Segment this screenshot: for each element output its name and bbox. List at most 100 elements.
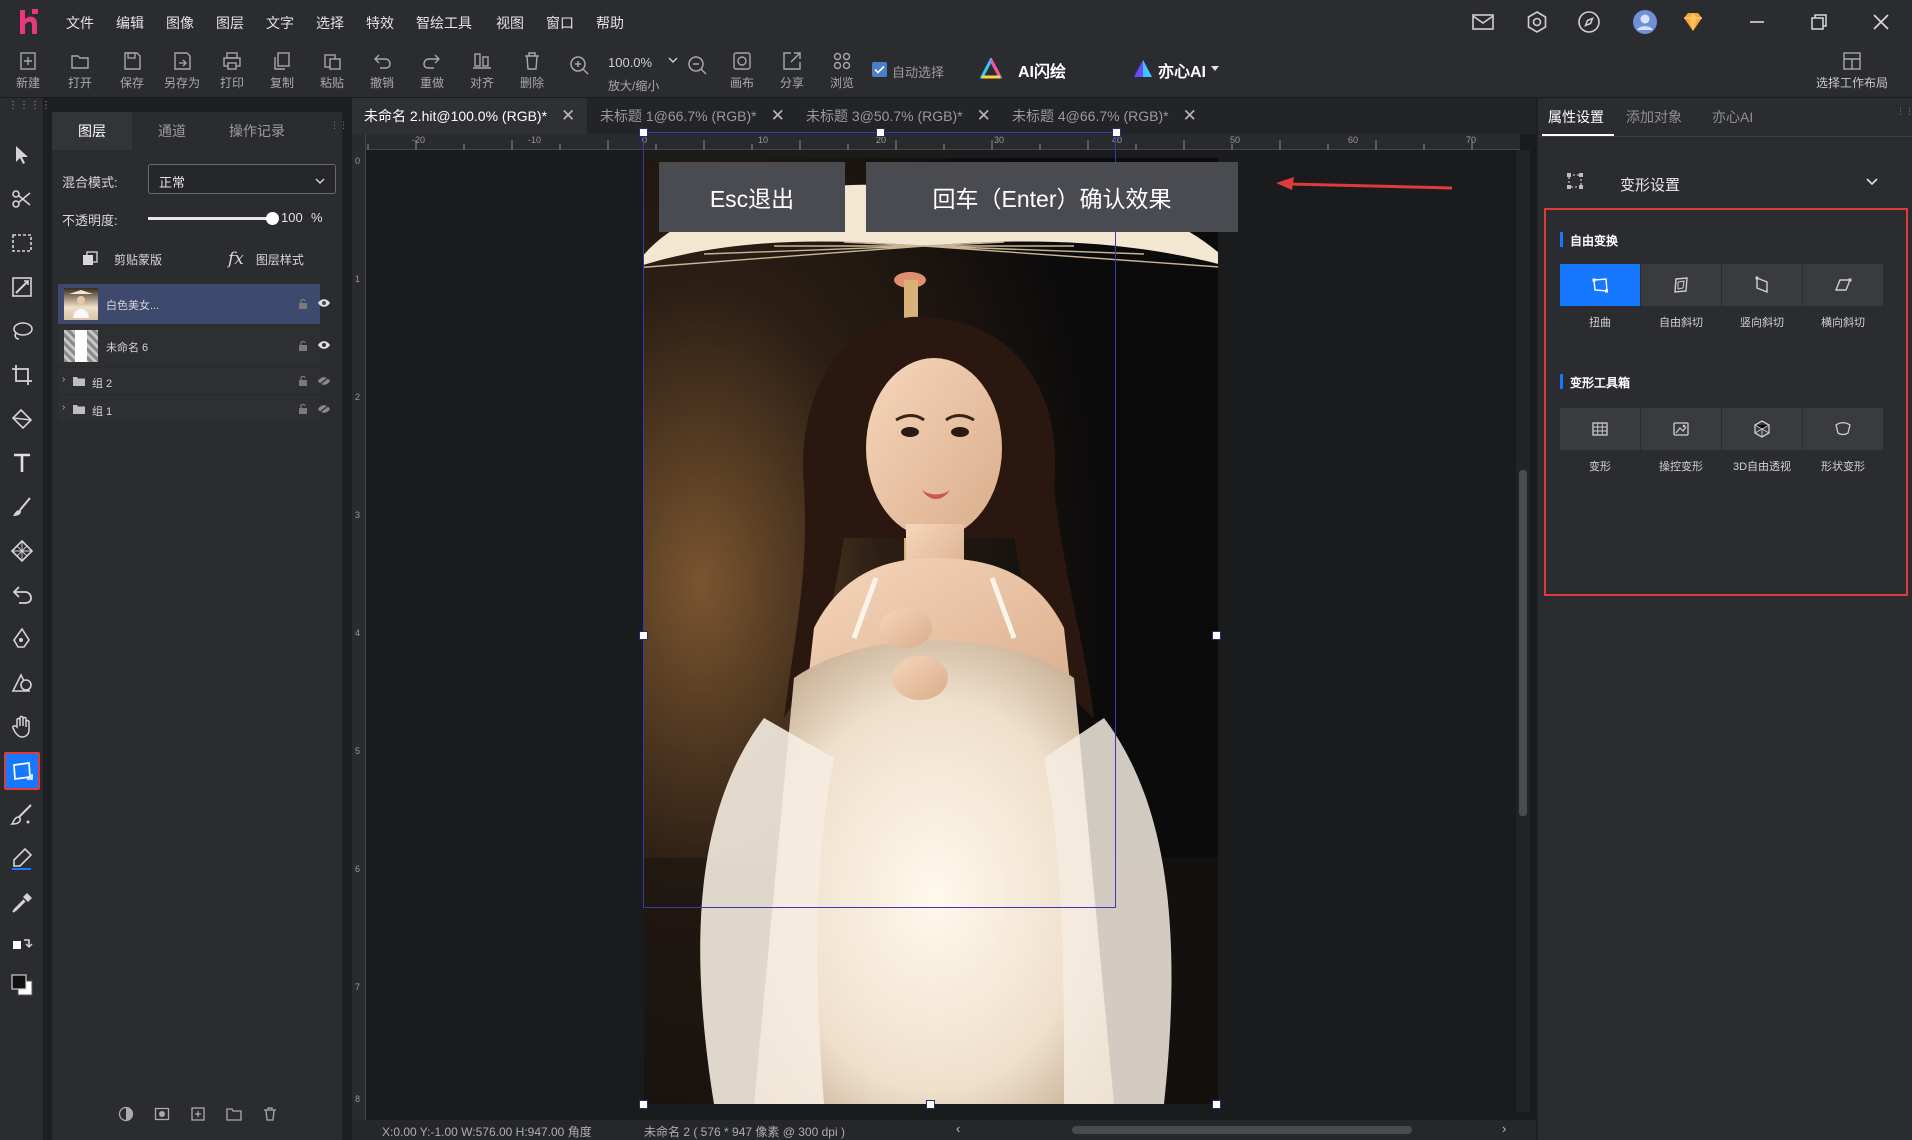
new-layer-icon[interactable] bbox=[190, 1106, 206, 1122]
layer-row[interactable]: 未命名 6 bbox=[58, 326, 330, 366]
layer-style-button[interactable]: fx 图层样式 bbox=[228, 248, 338, 270]
compass-icon[interactable] bbox=[1574, 8, 1604, 36]
close-tab-icon[interactable]: ✕ bbox=[1183, 106, 1197, 126]
chevron-down-icon[interactable] bbox=[1864, 174, 1880, 190]
horizontal-skew-button[interactable] bbox=[1803, 264, 1883, 306]
chevron-down-icon[interactable] bbox=[666, 53, 680, 67]
canvas-button[interactable]: 画布 bbox=[722, 50, 762, 94]
transform-tool-icon[interactable] bbox=[4, 752, 40, 790]
mosaic-tool-icon[interactable] bbox=[4, 532, 40, 570]
menu-help[interactable]: 帮助 bbox=[596, 13, 624, 33]
browse-button[interactable]: 浏览 bbox=[822, 50, 862, 94]
clip-mask-button[interactable]: 剪贴蒙版 bbox=[82, 248, 202, 270]
opacity-slider-track[interactable] bbox=[148, 212, 279, 225]
mail-icon[interactable] bbox=[1468, 8, 1498, 36]
unlock-icon[interactable] bbox=[298, 298, 308, 310]
transform-handle-bottom[interactable] bbox=[926, 1100, 935, 1109]
layer-name[interactable]: 白色美女... bbox=[106, 297, 159, 313]
close-icon[interactable] bbox=[1866, 8, 1896, 36]
brush-tool-icon[interactable] bbox=[4, 488, 40, 526]
auto-select-label[interactable]: 自动选择 bbox=[892, 62, 944, 81]
eye-icon[interactable] bbox=[317, 340, 331, 350]
zoom-out-icon[interactable] bbox=[686, 54, 708, 76]
ai-flash-logo-icon[interactable] bbox=[980, 58, 1002, 80]
redo-button[interactable]: 重做 bbox=[412, 50, 452, 94]
restore-icon[interactable] bbox=[1804, 8, 1834, 36]
transform-handle-bottom-left[interactable] bbox=[639, 1100, 648, 1109]
panel-grip-icon[interactable]: ⋮⋮ bbox=[330, 121, 348, 140]
tab-channels[interactable]: 通道 bbox=[132, 112, 212, 150]
magic-select-tool-icon[interactable] bbox=[4, 268, 40, 306]
minimize-icon[interactable] bbox=[1742, 8, 1772, 36]
color-swatch-icon[interactable] bbox=[4, 966, 40, 1004]
save-button[interactable]: 保存 bbox=[112, 50, 152, 94]
tab-document-active[interactable]: 未命名 2.hit@100.0% (RGB)* ✕ bbox=[352, 98, 588, 134]
scroll-left-icon[interactable]: ‹ bbox=[956, 1121, 960, 1136]
new-button[interactable]: 新建 bbox=[8, 50, 48, 94]
healing-brush-tool-icon[interactable] bbox=[4, 796, 40, 834]
menu-smart-tools[interactable]: 智绘工具 bbox=[416, 13, 472, 33]
artwork-image[interactable] bbox=[644, 158, 1218, 1104]
print-button[interactable]: 打印 bbox=[212, 50, 252, 94]
delete-layer-icon[interactable] bbox=[262, 1106, 278, 1122]
unlock-icon[interactable] bbox=[298, 340, 308, 352]
zoom-value[interactable]: 100.0% bbox=[608, 55, 652, 70]
distort-button[interactable] bbox=[1560, 264, 1640, 306]
swap-colors-icon[interactable] bbox=[4, 926, 40, 964]
undo-button[interactable]: 撤销 bbox=[362, 50, 402, 94]
layer-row-selected[interactable]: 白色美女... bbox=[58, 284, 330, 324]
marquee-tool-icon[interactable] bbox=[4, 224, 40, 262]
history-brush-tool-icon[interactable] bbox=[4, 576, 40, 614]
paste-button[interactable]: 粘贴 bbox=[312, 50, 352, 94]
3d-perspective-button[interactable] bbox=[1722, 408, 1802, 450]
menu-text[interactable]: 文字 bbox=[266, 13, 294, 33]
blend-mode-select[interactable]: 正常 bbox=[148, 164, 336, 194]
new-group-icon[interactable] bbox=[226, 1106, 242, 1122]
tab-properties[interactable]: 属性设置 bbox=[1548, 98, 1604, 136]
scroll-right-icon[interactable]: › bbox=[1502, 1121, 1506, 1136]
transform-handle-top-right[interactable] bbox=[1112, 128, 1121, 137]
chevron-right-icon[interactable]: › bbox=[62, 402, 65, 413]
unlock-icon[interactable] bbox=[298, 403, 308, 415]
layer-mask-icon[interactable] bbox=[154, 1106, 170, 1122]
auto-select-checkbox[interactable] bbox=[872, 62, 887, 77]
save-as-button[interactable]: 另存为 bbox=[162, 50, 202, 94]
layer-name[interactable]: 未命名 6 bbox=[106, 339, 148, 355]
copy-button[interactable]: 复制 bbox=[262, 50, 302, 94]
vertical-skew-button[interactable] bbox=[1722, 264, 1802, 306]
vertical-scrollbar[interactable] bbox=[1516, 150, 1530, 1112]
panel-grip-icon[interactable]: ⋮⋮ bbox=[1896, 107, 1912, 116]
tab-document[interactable]: 未标题 3@50.7% (RGB)* ✕ bbox=[794, 98, 1003, 134]
pen-tool-icon[interactable] bbox=[4, 620, 40, 658]
tab-document[interactable]: 未标题 4@66.7% (RGB)* ✕ bbox=[1000, 98, 1209, 134]
crop-tool-icon[interactable] bbox=[4, 356, 40, 394]
menu-edit[interactable]: 编辑 bbox=[116, 13, 144, 33]
menu-select[interactable]: 选择 bbox=[316, 13, 344, 33]
ai-flash-button[interactable]: AI闪绘 bbox=[1018, 58, 1066, 82]
close-tab-icon[interactable]: ✕ bbox=[771, 106, 785, 126]
cutout-tool-icon[interactable] bbox=[4, 180, 40, 218]
tab-yixin-ai[interactable]: 亦心AI bbox=[1712, 98, 1753, 136]
close-tab-icon[interactable]: ✕ bbox=[977, 106, 991, 126]
lasso-tool-icon[interactable] bbox=[4, 312, 40, 350]
tab-history[interactable]: 操作记录 bbox=[212, 112, 302, 150]
eye-hidden-icon[interactable] bbox=[317, 404, 331, 414]
hand-tool-icon[interactable] bbox=[4, 708, 40, 746]
esc-exit-button[interactable]: Esc退出 bbox=[659, 162, 845, 232]
section-title[interactable]: 变形设置 bbox=[1620, 174, 1680, 195]
puppet-warp-button[interactable] bbox=[1641, 408, 1721, 450]
close-tab-icon[interactable]: ✕ bbox=[561, 106, 575, 126]
fill-bucket-tool-icon[interactable] bbox=[4, 400, 40, 438]
opacity-slider-handle[interactable] bbox=[266, 212, 279, 225]
tab-document[interactable]: 未标题 1@66.7% (RGB)* ✕ bbox=[588, 98, 797, 134]
enter-confirm-button[interactable]: 回车（Enter）确认效果 bbox=[866, 162, 1238, 232]
menu-view[interactable]: 视图 bbox=[496, 13, 524, 33]
menu-image[interactable]: 图像 bbox=[166, 13, 194, 33]
shape-warp-button[interactable] bbox=[1803, 408, 1883, 450]
unlock-icon[interactable] bbox=[298, 375, 308, 387]
eye-hidden-icon[interactable] bbox=[317, 376, 331, 386]
share-button[interactable]: 分享 bbox=[772, 50, 812, 94]
horizontal-scrollbar-thumb[interactable] bbox=[1072, 1126, 1412, 1134]
shape-tool-icon[interactable] bbox=[4, 664, 40, 702]
transform-handle-top[interactable] bbox=[876, 128, 885, 137]
